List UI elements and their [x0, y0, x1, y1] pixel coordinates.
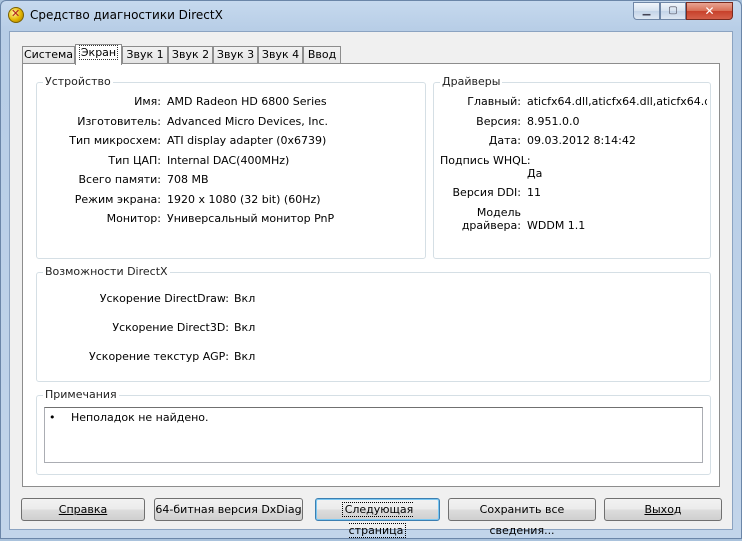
display-tab-panel: Устройство Имя: AMD Radeon HD 6800 Serie…	[22, 63, 720, 487]
device-group-title: Устройство	[43, 75, 113, 88]
close-icon: ✕	[704, 4, 715, 18]
notes-group-title: Примечания	[43, 388, 119, 401]
display-mode-label: Режим экрана:	[74, 193, 161, 206]
manufacturer-label: Изготовитель:	[77, 115, 161, 128]
directdraw-label: Ускорение DirectDraw:	[99, 292, 229, 305]
device-group: Устройство Имя: AMD Radeon HD 6800 Serie…	[36, 75, 426, 259]
ddi-version-value: 11	[527, 186, 541, 199]
notes-bullet: •	[49, 411, 56, 424]
minimize-button[interactable]: ▁	[633, 2, 660, 20]
tab-sound-2[interactable]: Звук 2	[168, 46, 213, 64]
driver-model-label-line2: драйвера:	[461, 219, 521, 232]
ddi-version-label: Версия DDI:	[452, 186, 522, 199]
directdraw-value: Вкл	[234, 292, 256, 305]
save-all-info-button[interactable]: Сохранить все сведения...	[448, 498, 596, 537]
tab-sound-4[interactable]: Звук 4	[258, 46, 303, 64]
driver-version-label: Версия:	[476, 115, 521, 128]
drivers-group: Драйверы Главный: aticfx64.dll,aticfx64.…	[433, 75, 711, 259]
whql-label: Подпись WHQL:	[440, 154, 531, 167]
whql-value: Да	[527, 167, 543, 180]
direct3d-label: Ускорение Direct3D:	[112, 321, 229, 334]
tab-system[interactable]: Система	[22, 46, 75, 64]
dac-type-label: Тип ЦАП:	[108, 154, 161, 167]
exit-button-label: Выход	[644, 503, 682, 516]
tab-input[interactable]: Ввод	[303, 46, 341, 64]
help-button-label: Справка	[58, 503, 108, 516]
drivers-group-title: Драйверы	[440, 75, 503, 88]
save-all-info-button-label: Сохранить все сведения...	[479, 503, 565, 537]
direct3d-value: Вкл	[234, 321, 256, 334]
name-value: AMD Radeon HD 6800 Series	[167, 95, 327, 108]
tab-display-label: Экран	[78, 45, 119, 60]
notes-text: Неполадок не найдено.	[71, 411, 209, 424]
tab-display[interactable]: Экран	[75, 44, 122, 65]
window-title: Средство диагностики DirectX	[30, 8, 223, 22]
driver-date-label: Дата:	[488, 134, 521, 147]
agp-texture-value: Вкл	[234, 350, 256, 363]
tab-sound-3[interactable]: Звук 3	[213, 46, 258, 64]
main-driver-value: aticfx64.dll,aticfx64.dll,aticfx64.dll,a	[527, 95, 707, 108]
chip-type-value: ATI display adapter (0x6739)	[167, 134, 327, 147]
maximize-icon: ▢	[668, 5, 678, 16]
directx-features-group: Возможности DirectX Ускорение DirectDraw…	[36, 265, 711, 382]
monitor-value: Универсальный монитор PnP	[167, 212, 335, 225]
client-area: Система Экран Звук 1 Звук 2 Звук 3 Звук …	[9, 31, 733, 538]
next-page-button-label: Следующая страница	[341, 502, 414, 538]
minimize-icon: ▁	[642, 5, 651, 16]
chip-type-label: Тип микросхем:	[69, 134, 161, 147]
monitor-label: Монитор:	[106, 212, 161, 225]
dxdiag-64bit-button[interactable]: 64-битная версия DxDiag	[154, 498, 303, 521]
directx-app-icon	[8, 7, 24, 23]
driver-model-label-line1: Модель	[476, 206, 521, 219]
close-button[interactable]: ✕	[686, 2, 733, 20]
total-memory-value: 708 MB	[167, 173, 209, 186]
main-driver-label: Главный:	[467, 95, 521, 108]
agp-texture-label: Ускорение текстур AGP:	[89, 350, 229, 363]
driver-date-value: 09.03.2012 8:14:42	[527, 134, 636, 147]
tab-sound-1[interactable]: Звук 1	[122, 46, 168, 64]
driver-model-value: WDDM 1.1	[527, 219, 586, 232]
exit-button[interactable]: Выход	[604, 498, 722, 521]
dac-type-value: Internal DAC(400MHz)	[167, 154, 290, 167]
driver-version-value: 8.951.0.0	[527, 115, 580, 128]
maximize-button[interactable]: ▢	[660, 2, 686, 20]
notes-group: Примечания • Неполадок не найдено.	[36, 388, 711, 475]
dxdiag-window: Средство диагностики DirectX ▁ ▢ ✕ Систе…	[0, 0, 742, 539]
directx-features-title: Возможности DirectX	[43, 265, 170, 278]
next-page-button[interactable]: Следующая страница	[315, 498, 440, 538]
help-button[interactable]: Справка	[21, 498, 145, 521]
notes-textbox[interactable]: • Неполадок не найдено.	[44, 407, 703, 463]
display-mode-value: 1920 x 1080 (32 bit) (60Hz)	[167, 193, 321, 206]
manufacturer-value: Advanced Micro Devices, Inc.	[167, 115, 329, 128]
dxdiag-64bit-button-label: 64-битная версия DxDiag	[155, 503, 302, 516]
name-label: Имя:	[134, 95, 161, 108]
total-memory-label: Всего памяти:	[78, 173, 161, 186]
title-bar[interactable]: Средство диагностики DirectX ▁ ▢ ✕	[1, 1, 741, 29]
